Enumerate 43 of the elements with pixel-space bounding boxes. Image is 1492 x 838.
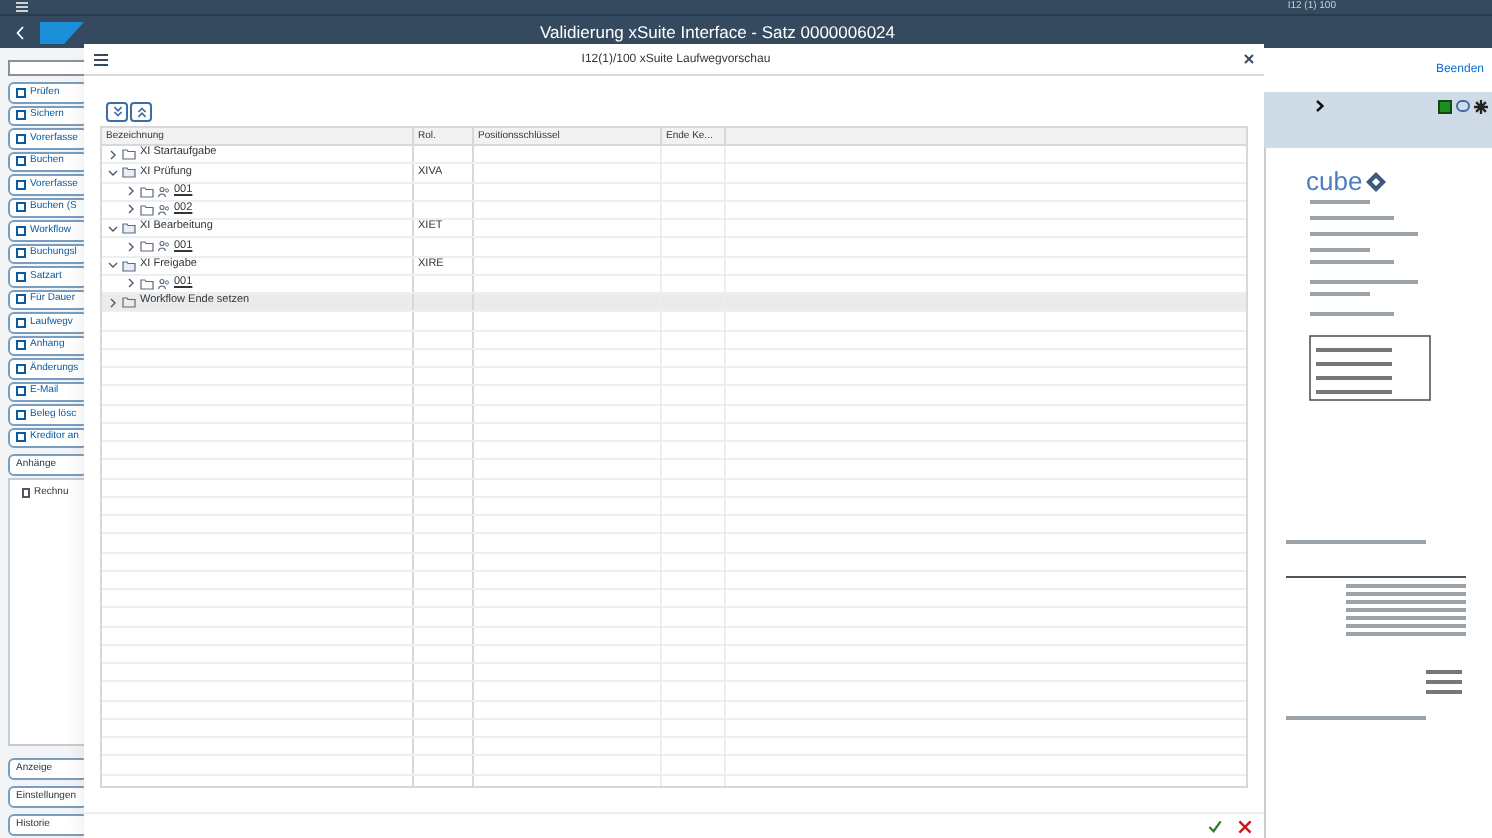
- cube-logo-icon: [1366, 171, 1387, 191]
- double-chevron-up-icon: [135, 106, 147, 118]
- logo-text: cube: [1306, 168, 1363, 194]
- back-icon[interactable]: [16, 25, 24, 39]
- double-chevron-down-icon: [111, 106, 123, 118]
- action-icon: [16, 248, 26, 259]
- chevron-down-icon[interactable]: [108, 167, 118, 178]
- people-icon: [158, 203, 170, 216]
- action-icon: [16, 432, 26, 443]
- chevron-down-icon[interactable]: [108, 223, 118, 234]
- action-icon: [16, 225, 26, 236]
- people-icon: [158, 277, 170, 290]
- expand-all-button[interactable]: [106, 102, 128, 122]
- action-icon: [16, 294, 26, 305]
- action-icon: [16, 271, 26, 282]
- checkmark-icon[interactable]: [1208, 820, 1222, 834]
- people-icon: [158, 240, 170, 253]
- action-icon: [16, 179, 26, 190]
- action-icon: [16, 363, 26, 374]
- action-icon: [16, 409, 26, 420]
- chevron-right-icon[interactable]: [126, 241, 136, 252]
- command-field[interactable]: [8, 60, 88, 76]
- document-icon: [22, 488, 30, 499]
- tools-icon[interactable]: [1474, 99, 1488, 113]
- logo-icon: [40, 21, 84, 43]
- action-icon: [16, 317, 26, 328]
- action-icon: [16, 87, 26, 98]
- status-icon[interactable]: [1438, 99, 1452, 113]
- people-icon: [158, 185, 170, 198]
- chevron-right-icon[interactable]: [1316, 100, 1324, 112]
- collapse-all-button[interactable]: [130, 102, 152, 122]
- window-title: Validierung xSuite Interface - Satz 0000006024: [540, 23, 896, 41]
- chevron-right-icon[interactable]: [108, 149, 118, 160]
- close-icon[interactable]: [1244, 54, 1254, 64]
- action-icon: [16, 133, 26, 144]
- action-icon: [16, 340, 26, 351]
- action-icon: [16, 156, 26, 167]
- action-icon: [16, 386, 26, 397]
- menu-icon[interactable]: [94, 53, 108, 65]
- cancel-icon[interactable]: [1238, 820, 1252, 834]
- chevron-down-icon[interactable]: [108, 260, 118, 271]
- action-icon: [16, 110, 26, 121]
- action-icon: [16, 202, 26, 213]
